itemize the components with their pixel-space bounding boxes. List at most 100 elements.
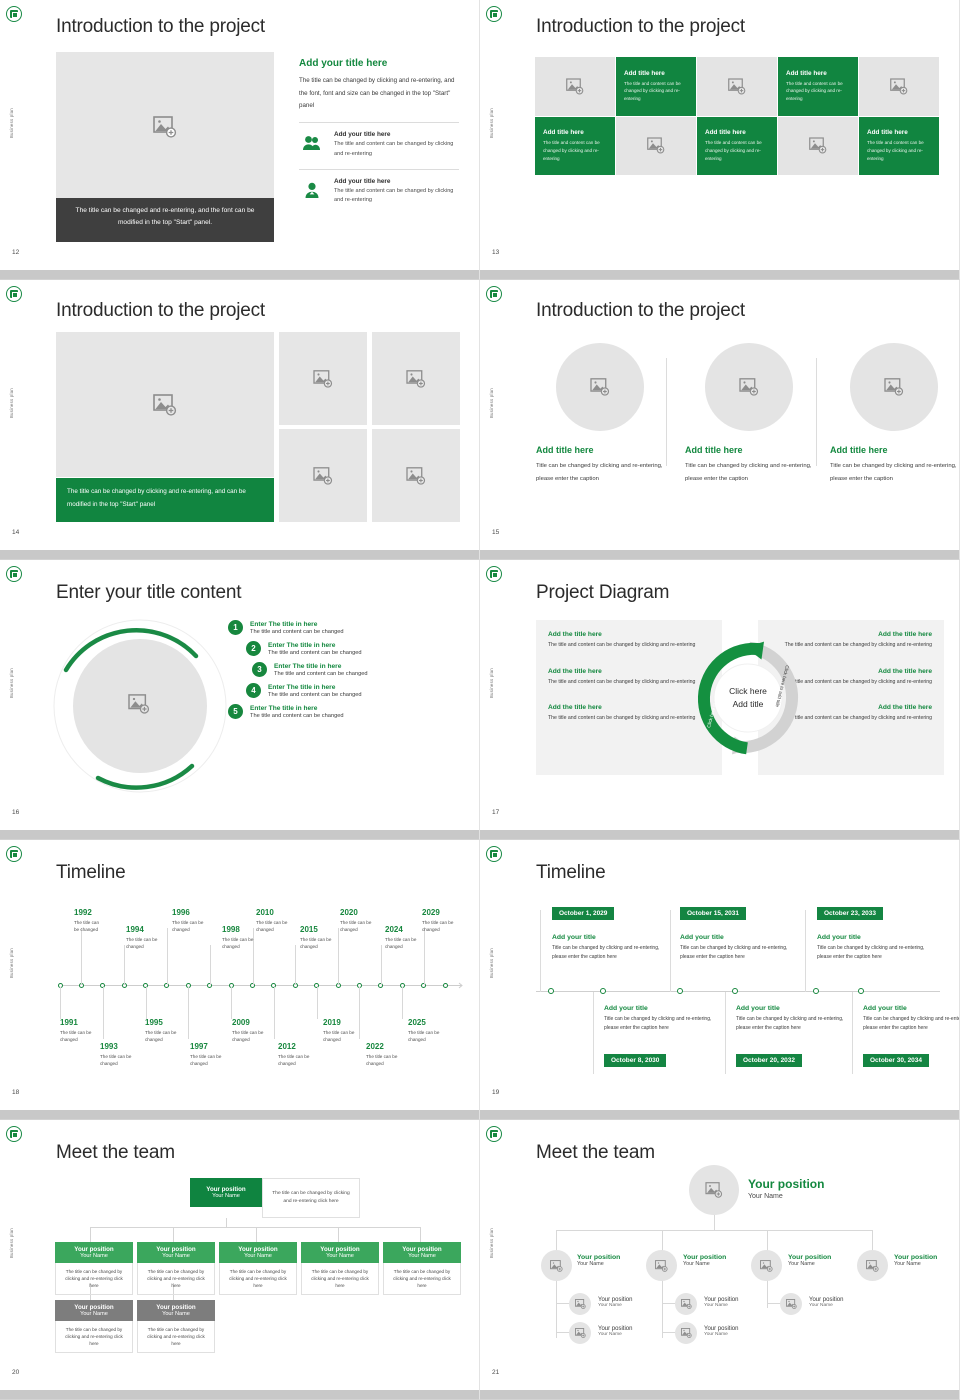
grid-cell-image[interactable] <box>616 117 696 176</box>
timeline-date-chip[interactable]: October 20, 2032 <box>736 1054 802 1067</box>
grid-cell-text[interactable]: Add title hereThe title and content can … <box>778 57 858 116</box>
slide-17[interactable]: Business plan Project Diagram Add the ti… <box>480 560 960 840</box>
timeline-block-above[interactable]: Add your titleTitle can be changed by cl… <box>817 934 937 962</box>
feature-column[interactable]: Add title here Title can be changed by c… <box>830 343 957 487</box>
slide-15[interactable]: Business plan Introduction to the projec… <box>480 280 960 560</box>
org-card[interactable]: Your positionYour NameThe title can be c… <box>301 1242 379 1295</box>
timeline-event-below[interactable]: 2019The title can be changed <box>323 1018 387 1043</box>
slide-19[interactable]: Business plan Timeline October 1, 2029 O… <box>480 840 960 1120</box>
timeline-event-below[interactable]: 2022The title can be changed <box>366 1042 430 1067</box>
timeline-event-below[interactable]: 2012The title can be changed <box>278 1042 342 1067</box>
slide-21[interactable]: Business plan Meet the team Your positio… <box>480 1120 960 1400</box>
timeline-block-above[interactable]: Add your titleTitle can be changed by cl… <box>680 934 800 962</box>
avatar[interactable] <box>751 1250 782 1281</box>
grid-cell-text[interactable]: Add title hereThe title and content can … <box>535 117 615 176</box>
person[interactable]: Your positionYour Name <box>704 1297 738 1308</box>
image-placeholder[interactable] <box>705 343 793 431</box>
add-image-icon[interactable] <box>128 694 150 714</box>
timeline-date-chip[interactable]: October 1, 2029 <box>552 907 614 920</box>
page-number: 13 <box>492 249 499 256</box>
person[interactable]: Your positionYour Name <box>788 1254 831 1267</box>
timeline-event-below[interactable]: 1997The title can be changed <box>190 1042 254 1067</box>
image-placeholder[interactable] <box>372 332 460 425</box>
timeline-dot[interactable] <box>548 988 554 994</box>
org-card[interactable]: Your positionYour NameThe title can be c… <box>55 1300 133 1353</box>
list-item[interactable]: 3 Enter The title in hereThe title and c… <box>252 662 468 677</box>
image-placeholder[interactable] <box>56 52 274 202</box>
person[interactable]: Your positionYour Name <box>704 1326 738 1337</box>
avatar[interactable] <box>569 1293 591 1315</box>
org-card[interactable]: Your positionYour NameThe title can be c… <box>55 1242 133 1295</box>
org-card[interactable]: Your positionYour NameThe title can be c… <box>219 1242 297 1295</box>
timeline-event-below[interactable]: 2025The title can be changed <box>408 1018 472 1043</box>
timeline-block-above[interactable]: Add your titleTitle can be changed by cl… <box>552 934 672 962</box>
person[interactable]: Your positionYour Name <box>577 1254 620 1267</box>
timeline-dot[interactable] <box>677 988 683 994</box>
person[interactable]: Your positionYour Name <box>683 1254 726 1267</box>
avatar[interactable] <box>541 1250 572 1281</box>
avatar[interactable] <box>780 1293 802 1315</box>
timeline-dot[interactable] <box>732 988 738 994</box>
grid-cell-image[interactable] <box>859 57 939 116</box>
avatar[interactable] <box>675 1322 697 1344</box>
grid-cell-image[interactable] <box>535 57 615 116</box>
feature-item[interactable]: Add your title here The title and conten… <box>299 131 459 160</box>
timeline-dot[interactable] <box>443 983 448 988</box>
timeline-event-above[interactable]: 2029The title can be changed <box>422 908 480 933</box>
avatar[interactable] <box>689 1165 739 1215</box>
person[interactable]: Your positionYour Name <box>809 1297 843 1308</box>
grid-cell-image[interactable] <box>778 117 858 176</box>
timeline-block-below[interactable]: Add your titleTitle can be changed by cl… <box>863 1005 960 1033</box>
grid-cell-text[interactable]: Add title hereThe title and content can … <box>859 117 939 176</box>
image-placeholder[interactable] <box>279 429 367 522</box>
timeline-date-chip[interactable]: October 23, 2033 <box>817 907 883 920</box>
list-item[interactable]: 4 Enter The title in hereThe title and c… <box>246 683 468 698</box>
image-placeholder[interactable] <box>372 429 460 522</box>
grid-cell-text[interactable]: Add title hereThe title and content can … <box>616 57 696 116</box>
list-item[interactable]: 5 Enter The title in hereThe title and c… <box>228 704 468 719</box>
timeline-dot[interactable] <box>813 988 819 994</box>
root-person[interactable]: Your positionYour Name <box>748 1177 824 1200</box>
timeline-date-chip[interactable]: October 8, 2030 <box>604 1054 666 1067</box>
person[interactable]: Your positionYour Name <box>598 1297 632 1308</box>
grid-cell-text[interactable]: Add title hereThe title and content can … <box>697 117 777 176</box>
feature-column[interactable]: Add title here Title can be changed by c… <box>685 343 812 487</box>
timeline-date-chip[interactable]: October 30, 2034 <box>863 1054 929 1067</box>
grid-cell-image[interactable] <box>697 57 777 116</box>
timeline-event-below[interactable]: 2009The title can be changed <box>232 1018 296 1043</box>
image-placeholder[interactable] <box>850 343 938 431</box>
slide-13[interactable]: Business plan Introduction to the projec… <box>480 0 960 280</box>
timeline-event-below[interactable]: 1995The title can be changed <box>145 1018 209 1043</box>
org-card[interactable]: Your positionYour NameThe title can be c… <box>383 1242 461 1295</box>
timeline-date-chip[interactable]: October 15, 2031 <box>680 907 746 920</box>
tree-connector <box>662 1280 663 1338</box>
image-placeholder-main[interactable] <box>56 332 274 477</box>
person[interactable]: Your positionYour Name <box>894 1254 937 1267</box>
org-card[interactable]: Your positionYour NameThe title can be c… <box>137 1242 215 1295</box>
feature-column[interactable]: Add title here Title can be changed by c… <box>536 343 663 487</box>
avatar[interactable] <box>675 1293 697 1315</box>
timeline-event-below[interactable]: 1993The title can be changed <box>100 1042 164 1067</box>
card-name: Your Name <box>57 1311 131 1317</box>
timeline-dot[interactable] <box>858 988 864 994</box>
org-card[interactable]: Your positionYour NameThe title can be c… <box>137 1300 215 1353</box>
list-item[interactable]: 2 Enter The title in hereThe title and c… <box>246 641 468 656</box>
slide-20[interactable]: Business plan Meet the team Your positio… <box>0 1120 480 1400</box>
avatar[interactable] <box>569 1322 591 1344</box>
image-placeholder[interactable] <box>556 343 644 431</box>
image-placeholder[interactable] <box>279 332 367 425</box>
timeline-block-below[interactable]: Add your titleTitle can be changed by cl… <box>736 1005 856 1033</box>
timeline-dot[interactable] <box>600 988 606 994</box>
org-root-card[interactable]: Your position Your Name <box>190 1178 262 1207</box>
timeline-block-below[interactable]: Add your titleTitle can be changed by cl… <box>604 1005 724 1033</box>
slide-16[interactable]: Business plan Enter your title content 1… <box>0 560 480 840</box>
list-item[interactable]: 1 Enter The title in hereThe title and c… <box>228 620 468 635</box>
timeline-event-below[interactable]: 1991The title can be changed <box>60 1018 124 1043</box>
feature-item[interactable]: Add your title here The title and conten… <box>299 178 459 207</box>
slide-18[interactable]: Business plan Timeline 1992The title can… <box>0 840 480 1120</box>
slide-12[interactable]: Business plan Introduction to the projec… <box>0 0 480 280</box>
person[interactable]: Your positionYour Name <box>598 1326 632 1337</box>
slide-14[interactable]: Business plan Introduction to the projec… <box>0 280 480 560</box>
avatar[interactable] <box>646 1250 677 1281</box>
avatar[interactable] <box>857 1250 888 1281</box>
